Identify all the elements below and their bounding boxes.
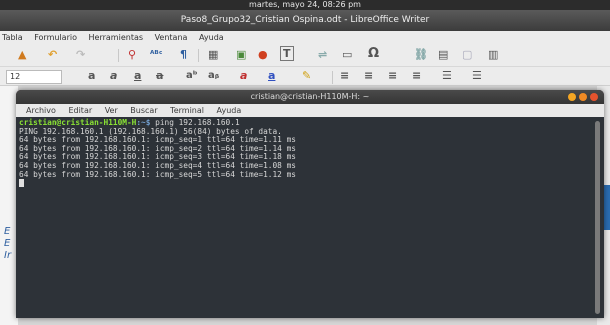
justify-icon[interactable]: ≡ bbox=[412, 68, 421, 84]
bold-icon[interactable]: a bbox=[88, 68, 95, 84]
align-center-icon[interactable]: ≡ bbox=[364, 68, 373, 84]
pilcrow-icon[interactable]: ¶ bbox=[180, 47, 187, 63]
undo-icon[interactable]: ↶ bbox=[48, 47, 57, 63]
terminal-cursor-line bbox=[19, 179, 587, 189]
document-edge-glyph: E bbox=[4, 226, 11, 237]
table-icon[interactable]: ▦ bbox=[208, 47, 218, 63]
terminal-menu-buscar[interactable]: Buscar bbox=[130, 106, 157, 115]
hyperlink-icon[interactable]: ⛓ bbox=[414, 47, 428, 63]
terminal-window[interactable]: cristian@cristian-H110M-H: ~ Archivo Edi… bbox=[16, 90, 604, 318]
align-right-icon[interactable]: ≡ bbox=[388, 68, 397, 84]
highlight-color-icon[interactable]: ✎ bbox=[302, 68, 311, 84]
spellcheck-icon[interactable]: ᴬᴮᶜ bbox=[150, 47, 162, 63]
numbered-list-icon[interactable]: ☰ bbox=[472, 68, 482, 84]
special-character-icon[interactable]: Ω bbox=[368, 46, 379, 62]
terminal-menu-ayuda[interactable]: Ayuda bbox=[217, 106, 242, 115]
chart-icon[interactable]: ● bbox=[258, 47, 268, 63]
bullet-list-icon[interactable]: ☰ bbox=[442, 68, 452, 84]
terminal-menu-archivo[interactable]: Archivo bbox=[26, 106, 56, 115]
topbar-datetime[interactable]: martes, mayo 24, 08:26 pm bbox=[249, 0, 361, 9]
writer-menubar: Tabla Formulario Herramientas Ventana Ay… bbox=[0, 31, 610, 45]
writer-menu-ventana[interactable]: Ventana bbox=[155, 33, 188, 42]
footnote-icon[interactable]: ▤ bbox=[438, 47, 448, 63]
terminal-output-line: 64 bytes from 192.168.160.1: icmp_seq=5 … bbox=[19, 169, 296, 179]
subscript-icon[interactable]: aᵦ bbox=[208, 68, 219, 84]
strikethrough-icon[interactable]: a bbox=[156, 68, 163, 84]
writer-formatting-toolbar: 12 a a a a aᵇ aᵦ a a ✎ ≡ ≡ ≡ ≡ ☰ ☰ bbox=[0, 67, 610, 86]
minimize-icon[interactable] bbox=[568, 93, 576, 101]
field-icon[interactable]: ▭ bbox=[342, 47, 352, 63]
textbox-icon[interactable]: T bbox=[280, 46, 294, 61]
prompt-user: cristian@cristian-H110M-H bbox=[19, 118, 137, 127]
terminal-titlebar[interactable]: cristian@cristian-H110M-H: ~ bbox=[16, 90, 604, 104]
prompt-path: :~$ bbox=[136, 118, 151, 127]
font-size-field[interactable]: 12 bbox=[6, 70, 62, 84]
highlight-icon[interactable]: ▲ bbox=[18, 47, 26, 63]
align-left-icon[interactable]: ≡ bbox=[340, 68, 349, 84]
font-size-value: 12 bbox=[10, 72, 21, 81]
redo-icon[interactable]: ↷ bbox=[76, 47, 85, 63]
document-edge-glyph: E bbox=[4, 238, 11, 249]
page-break-icon[interactable]: ⇌ bbox=[318, 47, 327, 63]
writer-menu-tabla[interactable]: Tabla bbox=[2, 33, 23, 42]
system-topbar: martes, mayo 24, 08:26 pm bbox=[0, 0, 610, 10]
toolbar-separator bbox=[332, 71, 333, 84]
superscript-icon[interactable]: aᵇ bbox=[186, 68, 198, 84]
italic-icon[interactable]: a bbox=[110, 68, 117, 84]
terminal-scrollbar[interactable] bbox=[590, 117, 604, 318]
toolbar-separator bbox=[118, 49, 119, 62]
writer-standard-toolbar: ▲ ↶ ↷ ⚲ ᴬᴮᶜ ¶ ▦ ▣ ● T ⇌ ▭ Ω ⛓ ▤ ▢ ▥ bbox=[0, 45, 610, 67]
toolbar-separator bbox=[198, 49, 199, 62]
writer-menu-ayuda[interactable]: Ayuda bbox=[199, 33, 224, 42]
text-cursor bbox=[19, 179, 24, 188]
terminal-menubar: Archivo Editar Ver Buscar Terminal Ayuda bbox=[16, 104, 604, 117]
writer-menu-formulario[interactable]: Formulario bbox=[34, 33, 77, 42]
close-icon[interactable] bbox=[590, 93, 598, 101]
scrollbar-thumb[interactable] bbox=[595, 121, 600, 314]
image-icon[interactable]: ▣ bbox=[236, 47, 246, 63]
terminal-output[interactable]: cristian@cristian-H110M-H:~$ ping 192.16… bbox=[16, 117, 590, 318]
terminal-menu-editar[interactable]: Editar bbox=[68, 106, 92, 115]
terminal-window-title: cristian@cristian-H110M-H: ~ bbox=[250, 92, 370, 101]
writer-window-title: Paso8_Grupo32_Cristian Ospina.odt - Libr… bbox=[180, 15, 430, 25]
maximize-icon[interactable] bbox=[579, 93, 587, 101]
document-edge-glyph: Ir bbox=[4, 250, 12, 261]
font-color-icon[interactable]: a bbox=[268, 68, 275, 84]
terminal-menu-ver[interactable]: Ver bbox=[105, 106, 118, 115]
prompt-command: ping 192.168.160.1 bbox=[150, 118, 240, 127]
terminal-menu-terminal[interactable]: Terminal bbox=[170, 106, 204, 115]
comment-icon[interactable]: ▢ bbox=[462, 47, 472, 63]
underline-icon[interactable]: a bbox=[134, 68, 141, 84]
writer-titlebar: Paso8_Grupo32_Cristian Ospina.odt - Libr… bbox=[0, 10, 610, 31]
find-replace-icon[interactable]: ⚲ bbox=[128, 47, 136, 63]
track-changes-icon[interactable]: ▥ bbox=[488, 47, 498, 63]
clear-formatting-icon[interactable]: a bbox=[240, 68, 247, 84]
writer-menu-herramientas[interactable]: Herramientas bbox=[89, 33, 144, 42]
